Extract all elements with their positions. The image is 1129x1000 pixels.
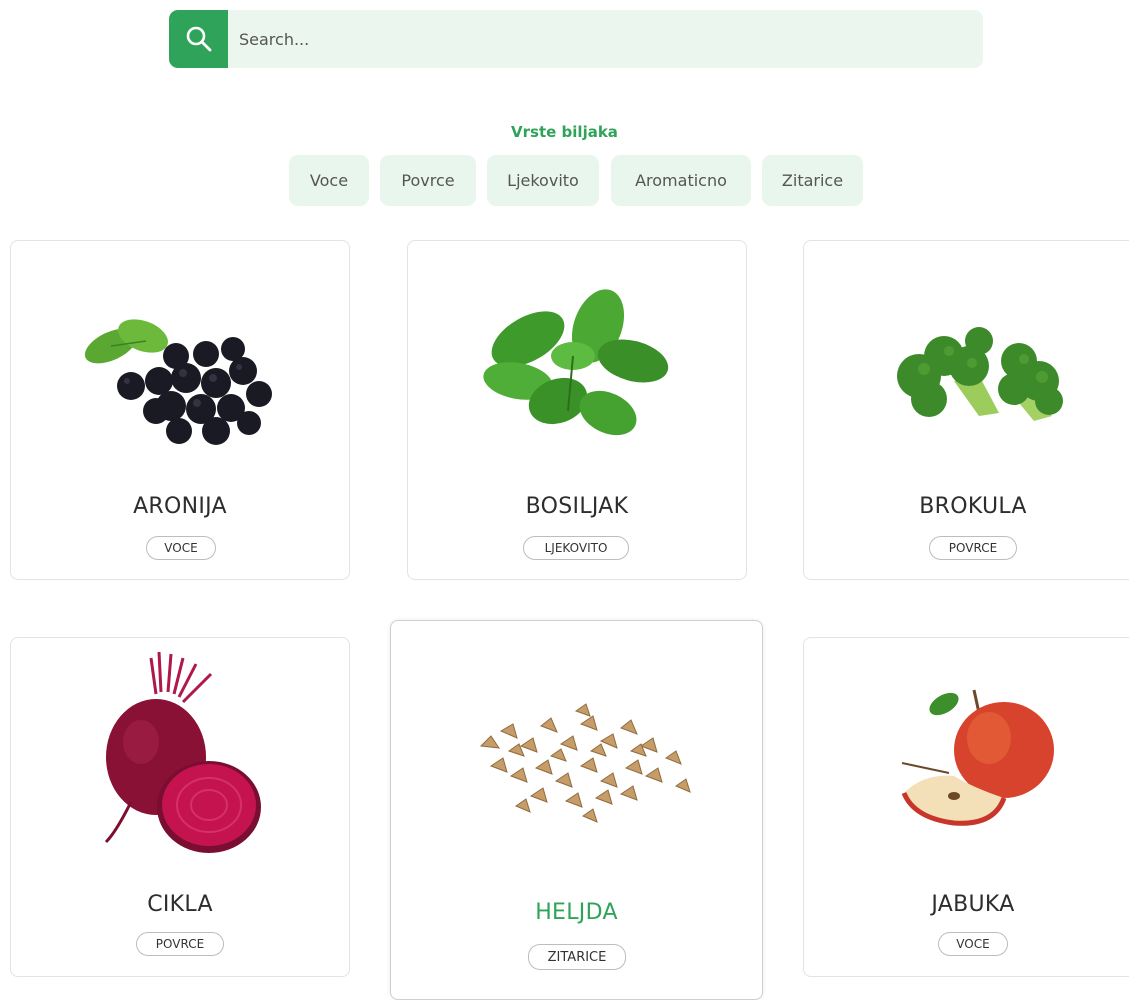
filter-title: Vrste biljaka <box>511 123 618 141</box>
category-tag: POVRCE <box>136 932 224 956</box>
buckwheat-image <box>479 703 691 823</box>
category-tag: POVRCE <box>929 536 1017 560</box>
plant-name: BROKULA <box>919 494 1027 519</box>
plant-name: BOSILJAK <box>525 494 629 519</box>
plant-card-bosiljak[interactable]: BOSILJAK LJEKOVITO <box>407 240 747 580</box>
apple-image <box>901 689 1054 826</box>
broccoli-image <box>897 327 1063 421</box>
plant-card-aronija[interactable]: ARONIJA VOCE <box>10 240 350 580</box>
plant-name: ARONIJA <box>133 494 227 519</box>
category-tag: VOCE <box>146 536 216 560</box>
search-input[interactable] <box>228 10 983 68</box>
plant-card-brokula[interactable]: BROKULA POVRCE <box>803 240 1129 580</box>
category-tag: VOCE <box>938 932 1008 956</box>
aronia-image <box>84 319 272 445</box>
search-bar <box>169 10 983 68</box>
search-icon <box>186 26 211 52</box>
filter-chip-ljekovito[interactable]: Ljekovito <box>487 155 599 206</box>
plant-name: HELJDA <box>535 900 618 925</box>
filter-chip-aromaticno[interactable]: Aromaticno <box>611 155 751 206</box>
plant-card-heljda[interactable]: HELJDA ZITARICE <box>390 620 763 1000</box>
plant-name: JABUKA <box>931 892 1015 917</box>
plant-name: CIKLA <box>147 892 213 917</box>
category-tag: ZITARICE <box>528 944 626 970</box>
search-button[interactable] <box>169 10 228 68</box>
plant-card-jabuka[interactable]: JABUKA VOCE <box>803 637 1129 977</box>
filter-chip-povrce[interactable]: Povrce <box>380 155 476 206</box>
filter-chip-zitarice[interactable]: Zitarice <box>762 155 863 206</box>
plant-card-cikla[interactable]: CIKLA POVRCE <box>10 637 350 977</box>
basil-image <box>483 289 669 436</box>
filter-chip-voce[interactable]: Voce <box>289 155 369 206</box>
category-tag: LJEKOVITO <box>523 536 629 560</box>
beetroot-image <box>104 652 261 853</box>
